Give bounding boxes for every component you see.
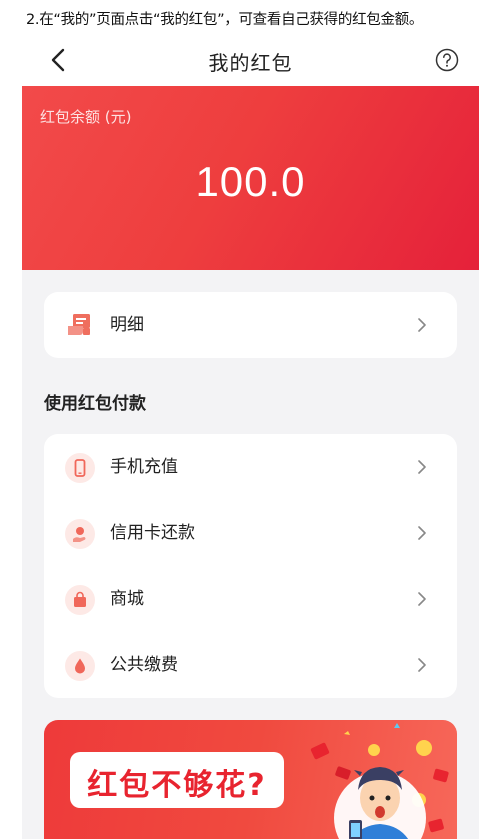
page-title: 我的红包 — [208, 51, 293, 75]
pay-item-label: 手机充值 — [110, 457, 178, 477]
pay-item-label: 公共缴费 — [110, 655, 178, 675]
instruction-caption: 2.在“我的”页面点击“我的红包”，可查看自己获得的红包金额。 — [26, 12, 424, 28]
pay-item-mobile-recharge[interactable]: 手机充值 — [44, 434, 457, 500]
person-hand-icon — [65, 519, 95, 549]
help-button[interactable] — [435, 48, 459, 72]
question-circle-icon — [435, 48, 459, 72]
pay-item-credit-card-repayment[interactable]: 信用卡还款 — [44, 500, 457, 566]
chevron-right-icon — [418, 318, 426, 332]
pay-item-mall[interactable]: 商城 — [44, 566, 457, 632]
pay-item-label: 信用卡还款 — [110, 523, 195, 543]
shopping-bag-icon — [65, 585, 95, 615]
detail-label: 明细 — [110, 315, 144, 335]
balance-amount: 100.0 — [195, 158, 306, 205]
chevron-right-icon — [418, 658, 426, 672]
navbar: 我的红包 — [22, 34, 479, 86]
pay-item-utility-payment[interactable]: 公共缴费 — [44, 632, 457, 698]
detail-row[interactable]: 明细 — [44, 292, 457, 358]
phone-screen: 我的红包 红包余额 (元) 100.0 明细 使用红包付款 手机充值 信用卡还款… — [22, 34, 479, 839]
balance-label: 红包余额 (元) — [40, 108, 132, 126]
chevron-right-icon — [418, 592, 426, 606]
receipt-icon — [66, 313, 92, 337]
chevron-right-icon — [418, 526, 426, 540]
pay-item-label: 商城 — [110, 589, 144, 609]
detail-card: 明细 — [44, 292, 457, 358]
water-drop-icon — [65, 651, 95, 681]
pay-options-card: 手机充值 信用卡还款 商城 公共缴费 — [44, 434, 457, 698]
phone-icon — [65, 453, 95, 483]
banner-text: 红包不够花? — [87, 768, 267, 803]
balance-card: 红包余额 (元) 100.0 — [22, 86, 479, 270]
section-title: 使用红包付款 — [44, 394, 146, 414]
promo-banner[interactable]: 红包不够花? — [44, 720, 457, 839]
chevron-right-icon — [418, 460, 426, 474]
banner-bubble: 红包不够花? — [70, 752, 284, 808]
